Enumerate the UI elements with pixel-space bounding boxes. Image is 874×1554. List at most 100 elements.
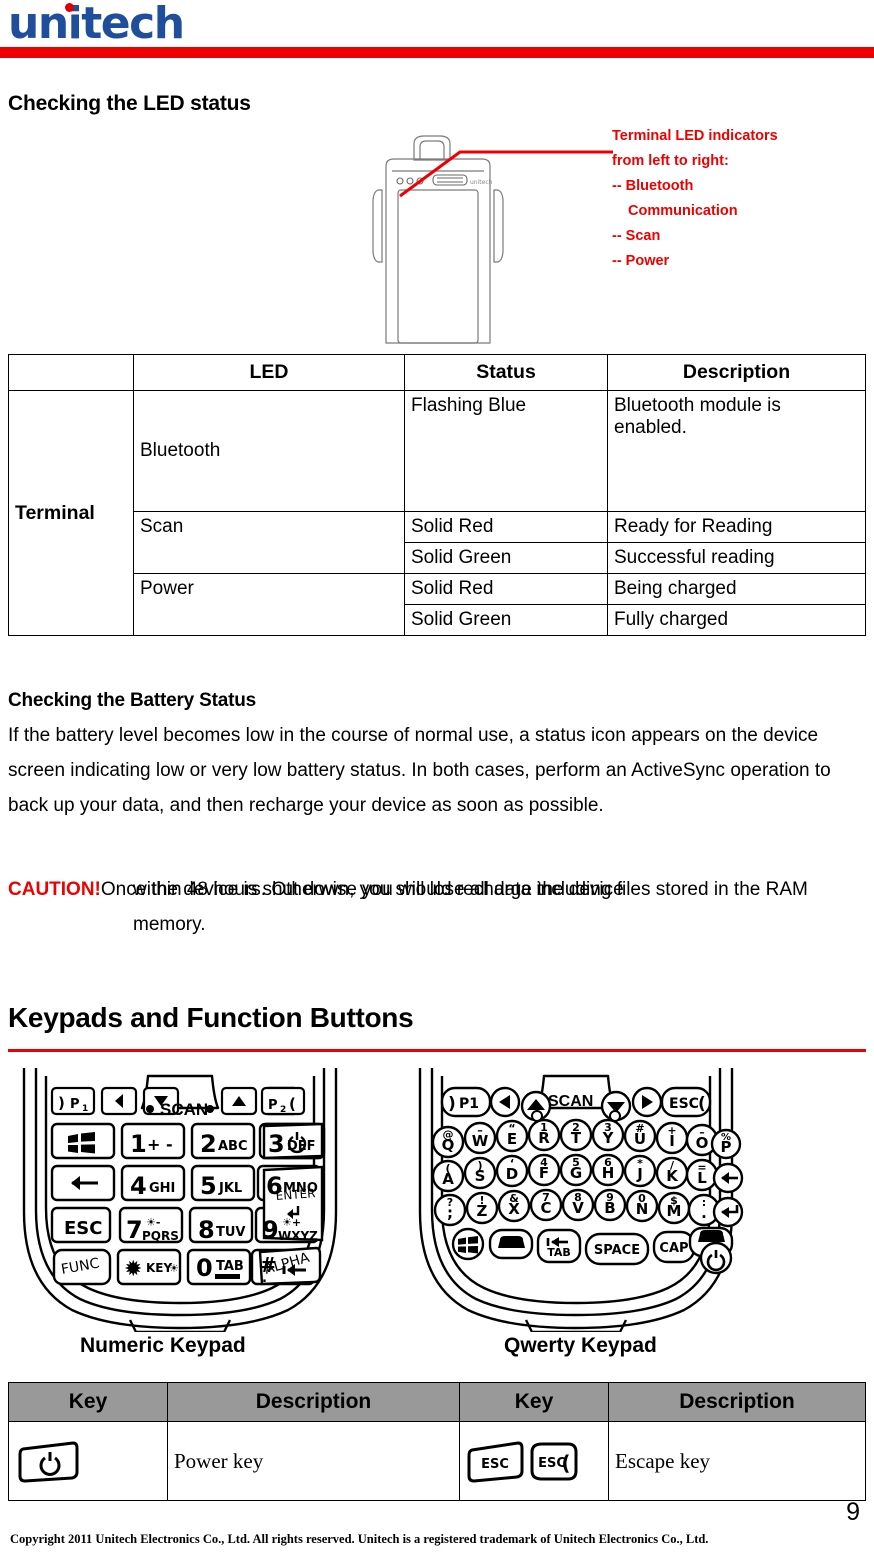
power-key-description: Power key: [167, 1421, 460, 1501]
svg-text:2: 2: [280, 1105, 286, 1115]
document-page: unitech Checking the LED status unitech …: [0, 0, 874, 1554]
svg-text:M: M: [667, 1202, 682, 1220]
svg-text:JKL: JKL: [218, 1181, 242, 1196]
svg-text:Q: Q: [442, 1136, 455, 1154]
led-desc-2: Successful reading: [607, 542, 866, 574]
led-status-4: Solid Green: [404, 604, 608, 636]
svg-text:+ -: + -: [147, 1135, 173, 1154]
table-row: Power Solid Red Being charged: [9, 573, 866, 636]
caution-rest: within 48 hours. Otherwise you will lose…: [133, 879, 808, 935]
led-desc-1: Ready for Reading: [607, 511, 866, 543]
svg-text:☀+: ☀+: [282, 1216, 301, 1229]
svg-text:K: K: [666, 1167, 679, 1185]
escape-key-description: Escape key: [608, 1421, 866, 1501]
svg-text:1: 1: [130, 1130, 147, 1158]
svg-text:4: 4: [130, 1172, 147, 1200]
led-callout-text: Terminal LED indicators from left to rig…: [612, 124, 872, 274]
caption-qwerty-keypad: Qwerty Keypad: [504, 1334, 657, 1357]
svg-text:B: B: [604, 1199, 615, 1217]
svg-text:SCAN: SCAN: [548, 1093, 593, 1110]
table-header-row: Key Description Key Description: [8, 1382, 866, 1422]
svg-text:3: 3: [268, 1130, 285, 1158]
keypad-figures: ) P 1 P 2 (SCAN 1 + - 2 ABC 3 DEF 4 GHI…: [0, 1062, 874, 1352]
svg-text:O: O: [696, 1134, 709, 1152]
key-description-table: Key Description Key Description Power ke…: [8, 1382, 866, 1501]
svg-text:ESC: ESC: [481, 1457, 509, 1472]
svg-text:L: L: [697, 1169, 707, 1187]
led-status-1: Solid Red: [404, 511, 608, 543]
svg-text:TAB: TAB: [547, 1246, 571, 1259]
svg-text:N: N: [636, 1200, 649, 1218]
key-col-key-left: Key: [8, 1382, 168, 1422]
callout-line-2: from left to right:: [612, 153, 729, 169]
led-col-blank: [8, 354, 134, 391]
callout-leader-line: [399, 150, 613, 198]
caption-numeric-keypad: Numeric Keypad: [80, 1334, 246, 1357]
svg-text:): ): [58, 1094, 65, 1112]
svg-text:ESC: ESC: [669, 1096, 699, 1112]
svg-text:E: E: [507, 1130, 517, 1148]
table-row: Scan Solid Red Ready for Reading: [9, 511, 866, 574]
svg-text:P: P: [721, 1138, 732, 1156]
caution-block: CAUTION!Once the device is shut down, yo…: [8, 872, 870, 942]
led-group-terminal: Terminal: [8, 390, 134, 636]
callout-line-4: Communication: [628, 203, 738, 219]
svg-text:0: 0: [196, 1254, 213, 1282]
svg-text:C: C: [540, 1199, 551, 1217]
callout-line-1: Terminal LED indicators: [612, 128, 778, 144]
svg-text:ABC: ABC: [218, 1139, 248, 1154]
numeric-keypad-illustration: ) P 1 P 2 (SCAN 1 + - 2 ABC 3 DEF 4 GHI…: [10, 1062, 350, 1332]
heading-checking-led-status: Checking the LED status: [8, 92, 251, 115]
svg-text:☀: ☀: [169, 1262, 179, 1275]
svg-text:T: T: [571, 1129, 582, 1147]
led-status-0: Flashing Blue: [404, 390, 608, 512]
heading-keypads-and-function-buttons: Keypads and Function Buttons: [8, 1002, 414, 1033]
svg-text:GHI: GHI: [149, 1181, 175, 1196]
svg-text:ENTER: ENTER: [275, 1186, 316, 1203]
svg-text:J: J: [636, 1165, 643, 1183]
svg-text:(: (: [561, 1451, 570, 1475]
svg-text:(: (: [289, 1095, 296, 1113]
svg-text:U: U: [634, 1130, 646, 1148]
unitech-logo: unitech: [8, 2, 185, 46]
svg-text:(: (: [698, 1094, 706, 1114]
led-status-2: Solid Green: [404, 542, 608, 574]
section-red-rule: [8, 1049, 866, 1052]
svg-text:5: 5: [200, 1172, 217, 1200]
svg-text:7: 7: [126, 1216, 143, 1244]
svg-text:I: I: [669, 1132, 675, 1150]
svg-text:): ): [448, 1094, 456, 1114]
heading-checking-battery-status: Checking the Battery Status: [8, 690, 256, 711]
svg-text:X: X: [508, 1200, 520, 1218]
callout-line-3: -- Bluetooth: [612, 178, 694, 194]
svg-text:☀-: ☀-: [146, 1216, 160, 1229]
svg-text:.: .: [701, 1204, 707, 1222]
table-row: Terminal Bluetooth Flashing Blue Bluetoo…: [8, 390, 866, 636]
svg-text:9: 9: [262, 1216, 279, 1244]
led-name-scan: Scan: [133, 511, 405, 574]
svg-text:1: 1: [82, 1104, 88, 1114]
svg-text:H: H: [602, 1164, 615, 1182]
led-name-power: Power: [133, 573, 405, 636]
key-col-key-right: Key: [459, 1382, 609, 1422]
logo-dot-icon: [65, 3, 74, 12]
power-key-icon: [8, 1421, 168, 1501]
svg-text:;: ;: [447, 1204, 453, 1222]
battery-status-paragraph: If the battery level becomes low in the …: [8, 725, 831, 816]
svg-text:SPACE: SPACE: [594, 1243, 640, 1258]
led-col-led: LED: [133, 354, 405, 391]
callout-line-5: -- Scan: [612, 228, 661, 244]
svg-text:2: 2: [200, 1130, 217, 1158]
svg-text:SCAN: SCAN: [160, 1100, 208, 1119]
key-col-desc-left: Description: [167, 1382, 460, 1422]
svg-text:PQRS: PQRS: [142, 1229, 179, 1243]
svg-text:TUV: TUV: [216, 1225, 246, 1240]
svg-text:V: V: [572, 1199, 584, 1217]
led-col-description: Description: [607, 354, 866, 391]
callout-line-6: -- Power: [612, 253, 670, 269]
svg-text:Z: Z: [477, 1202, 488, 1220]
header-red-rule: [0, 47, 874, 58]
led-name-bluetooth: Bluetooth: [133, 390, 405, 512]
svg-text:WXYZ: WXYZ: [278, 1229, 318, 1243]
led-col-status: Status: [404, 354, 608, 391]
